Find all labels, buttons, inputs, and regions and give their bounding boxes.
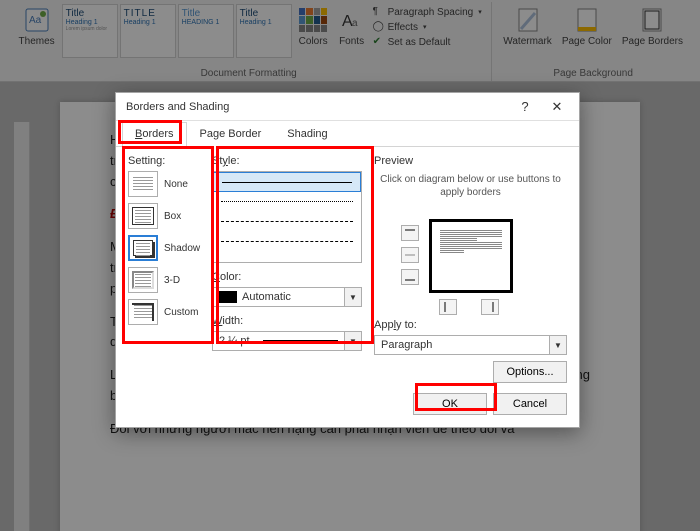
tab-shading[interactable]: Shading bbox=[274, 122, 340, 147]
setting-column: Setting: None Box Shadow 3-D bbox=[128, 155, 206, 383]
border-right-button[interactable] bbox=[481, 299, 499, 315]
cancel-button[interactable]: Cancel bbox=[493, 393, 567, 415]
setting-box-label: Box bbox=[164, 211, 181, 222]
preview-column: Preview Click on diagram below or use bu… bbox=[368, 155, 567, 383]
color-swatch bbox=[219, 291, 237, 303]
setting-3d[interactable]: 3-D bbox=[128, 267, 206, 293]
close-button[interactable]: ✕ bbox=[541, 95, 573, 119]
chevron-down-icon[interactable]: ▼ bbox=[344, 332, 361, 350]
color-label: Color: bbox=[212, 271, 362, 283]
preview-hint: Click on diagram below or use buttons to… bbox=[374, 173, 567, 199]
border-left-button[interactable] bbox=[439, 299, 457, 315]
ok-button[interactable]: OK bbox=[413, 393, 487, 415]
setting-custom-label: Custom bbox=[164, 307, 198, 318]
setting-custom[interactable]: Custom bbox=[128, 299, 206, 325]
style-label: Style: bbox=[212, 155, 362, 167]
width-label: Width: bbox=[212, 315, 362, 327]
apply-to-combo[interactable]: Paragraph ▼ bbox=[374, 335, 567, 355]
tab-borders-rest: orders bbox=[142, 128, 173, 140]
style-option[interactable] bbox=[213, 212, 361, 232]
setting-3d-icon bbox=[128, 267, 158, 293]
chevron-down-icon[interactable]: ▼ bbox=[344, 288, 361, 306]
options-button[interactable]: Options... bbox=[493, 361, 567, 383]
border-hmid-button[interactable] bbox=[401, 247, 419, 263]
setting-label: Setting: bbox=[128, 155, 206, 167]
setting-none-icon bbox=[128, 171, 158, 197]
tab-borders[interactable]: Borders bbox=[122, 122, 187, 147]
style-listbox[interactable] bbox=[212, 171, 362, 263]
style-option[interactable] bbox=[213, 172, 361, 192]
borders-shading-dialog: Borders and Shading ? ✕ Borders Page Bor… bbox=[115, 92, 580, 428]
border-bottom-button[interactable] bbox=[401, 269, 419, 285]
dialog-title: Borders and Shading bbox=[126, 101, 509, 113]
setting-none-label: None bbox=[164, 179, 188, 190]
tab-page-border[interactable]: Page Border bbox=[187, 122, 275, 147]
border-top-button[interactable] bbox=[401, 225, 419, 241]
setting-box[interactable]: Box bbox=[128, 203, 206, 229]
setting-shadow-icon bbox=[128, 235, 158, 261]
style-option[interactable] bbox=[213, 192, 361, 212]
help-button[interactable]: ? bbox=[509, 95, 541, 119]
dialog-titlebar[interactable]: Borders and Shading ? ✕ bbox=[116, 93, 579, 121]
style-option[interactable] bbox=[213, 232, 361, 252]
apply-to-label: Apply to: bbox=[374, 319, 567, 331]
width-sample-line bbox=[263, 340, 338, 343]
dialog-tabs: Borders Page Border Shading bbox=[116, 121, 579, 147]
style-column: Style: Color: Automatic ▼ Width: 2 ¼ pt … bbox=[212, 155, 362, 383]
setting-shadow[interactable]: Shadow bbox=[128, 235, 206, 261]
preview-sample[interactable] bbox=[429, 219, 513, 293]
chevron-down-icon[interactable]: ▼ bbox=[549, 336, 566, 354]
setting-custom-icon bbox=[128, 299, 158, 325]
color-combo[interactable]: Automatic ▼ bbox=[212, 287, 362, 307]
preview-label: Preview bbox=[374, 155, 567, 167]
dialog-footer: OK Cancel bbox=[116, 387, 579, 427]
width-combo[interactable]: 2 ¼ pt ▼ bbox=[212, 331, 362, 351]
setting-none[interactable]: None bbox=[128, 171, 206, 197]
setting-box-icon bbox=[128, 203, 158, 229]
setting-3d-label: 3-D bbox=[164, 275, 180, 286]
setting-shadow-label: Shadow bbox=[164, 243, 200, 254]
preview-diagram bbox=[391, 205, 551, 313]
